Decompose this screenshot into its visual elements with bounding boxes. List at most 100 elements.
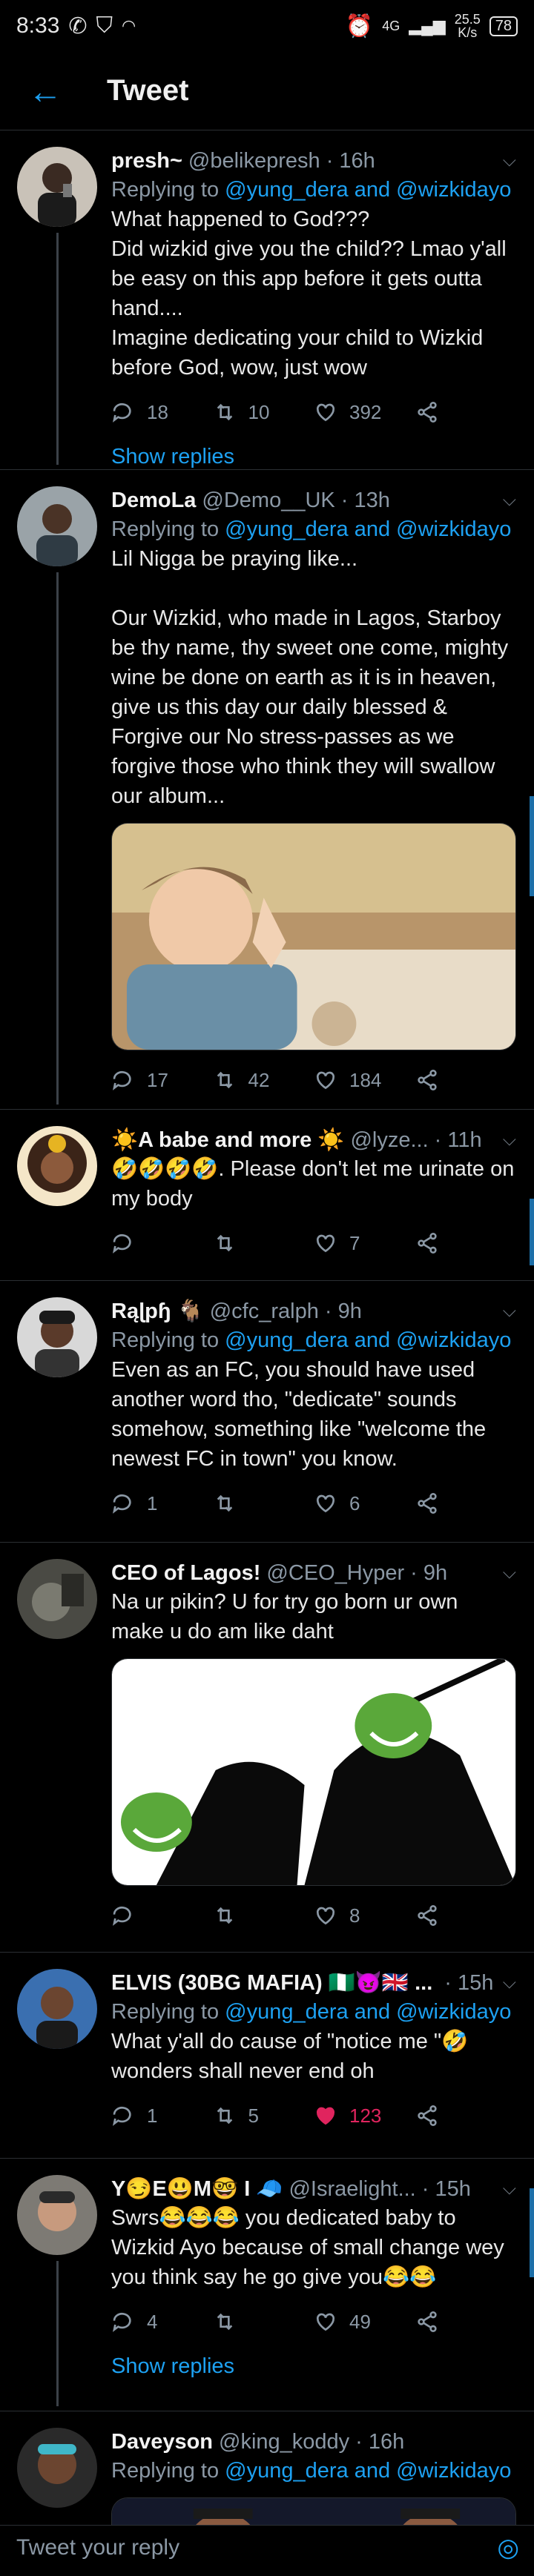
mention-link[interactable]: @wizkidayo <box>396 1328 511 1352</box>
share-button[interactable] <box>415 1231 517 1255</box>
handle[interactable]: @Demo__UK <box>202 486 334 514</box>
like-button[interactable]: 184 <box>314 1068 415 1092</box>
show-replies-link[interactable]: Show replies <box>111 2351 516 2404</box>
avatar[interactable] <box>17 1969 97 2049</box>
mention-link[interactable]: @wizkidayo <box>396 517 511 541</box>
mention-link[interactable]: @yung_dera <box>225 1328 349 1352</box>
reply-button[interactable] <box>111 1231 213 1255</box>
chevron-down-icon[interactable]: ⌵ <box>494 1559 516 1587</box>
chevron-down-icon[interactable]: ⌵ <box>494 1297 516 1325</box>
display-name[interactable]: presh~ <box>111 147 182 175</box>
thread-line <box>56 2261 59 2406</box>
and-label: and <box>354 1328 391 1352</box>
handle[interactable]: @cfc_ralph <box>210 1297 319 1325</box>
avatar[interactable] <box>17 1126 97 1206</box>
and-label: and <box>354 178 391 202</box>
net-speed-value: 25.5 <box>454 12 481 27</box>
tweet[interactable]: Rąɭpɧ 🐐 @cfc_ralph · 9h ⌵ Replying to @y… <box>0 1281 534 1543</box>
reply-icon <box>113 403 131 423</box>
reply-icon <box>113 2106 131 2126</box>
mention-link[interactable]: @yung_dera <box>225 2000 349 2024</box>
handle[interactable]: @lyze... <box>350 1126 428 1154</box>
chevron-down-icon[interactable]: ⌵ <box>494 2175 516 2203</box>
scroll-indicator <box>530 2188 534 2277</box>
reply-button[interactable]: 1 <box>111 2104 213 2128</box>
tweet[interactable]: Y😏E😃M🤓 I 🧢 @Israelight... · 15h ⌵ Swrs😂😂… <box>0 2159 534 2411</box>
handle[interactable]: @Israelight... <box>289 2175 415 2203</box>
like-button[interactable]: 6 <box>314 1491 415 1515</box>
mention-link[interactable]: @yung_dera <box>225 2459 349 2483</box>
retweet-icon <box>217 2313 232 2331</box>
chevron-down-icon[interactable]: ⌵ <box>494 1126 516 1154</box>
retweet-button[interactable]: 10 <box>213 400 314 424</box>
reply-button[interactable]: 17 <box>111 1068 213 1092</box>
display-name[interactable]: Rąɭpɧ 🐐 <box>111 1297 204 1325</box>
avatar[interactable] <box>17 2175 97 2255</box>
retweet-button[interactable] <box>213 1491 314 1515</box>
tweet-actions: 1 5 123 <box>111 2086 516 2145</box>
reply-input[interactable] <box>15 2534 498 2561</box>
chevron-down-icon[interactable]: ⌵ <box>494 1969 516 1997</box>
share-button[interactable] <box>415 2310 517 2334</box>
reply-list: presh~ @belikepresh · 16h ⌵ Replying to … <box>0 130 534 2576</box>
like-button[interactable]: 8 <box>314 1904 415 1927</box>
chevron-down-icon[interactable]: ⌵ <box>494 486 516 514</box>
retweet-button[interactable]: 5 <box>213 2104 314 2128</box>
share-button[interactable] <box>415 1068 517 1092</box>
tweet-image[interactable] <box>111 823 516 1050</box>
reply-button[interactable] <box>111 1904 213 1927</box>
display-name[interactable]: ELVIS (30BG MAFIA) 🇳🇬😈🇬🇧 ... <box>111 1969 432 1997</box>
retweet-icon <box>217 1234 232 1252</box>
like-button[interactable]: 392 <box>314 400 415 424</box>
mention-link[interactable]: @yung_dera <box>225 517 349 541</box>
tweet-image[interactable] <box>111 1658 516 1886</box>
avatar[interactable] <box>17 486 97 566</box>
share-icon <box>417 2105 437 2126</box>
handle[interactable]: @CEO_Hyper <box>266 1559 404 1587</box>
avatar[interactable] <box>17 147 97 227</box>
retweet-button[interactable] <box>213 1904 314 1927</box>
network-type: 4G <box>382 19 400 33</box>
display-name[interactable]: Daveyson <box>111 2428 213 2456</box>
tweet[interactable]: DemoLa @Demo__UK · 13h ⌵ Replying to @yu… <box>0 470 534 1110</box>
share-button[interactable] <box>415 2104 517 2128</box>
handle[interactable]: @king_koddy <box>219 2428 349 2456</box>
share-button[interactable] <box>415 400 517 424</box>
tweet[interactable]: presh~ @belikepresh · 16h ⌵ Replying to … <box>0 130 534 470</box>
mention-link[interactable]: @wizkidayo <box>396 2459 511 2483</box>
tweet[interactable]: ELVIS (30BG MAFIA) 🇳🇬😈🇬🇧 ... · 15h ⌵ Rep… <box>0 1953 534 2159</box>
tweet-header: Y😏E😃M🤓 I 🧢 @Israelight... · 15h ⌵ <box>111 2175 516 2203</box>
tweet[interactable]: CEO of Lagos! @CEO_Hyper · 9h ⌵ Na ur pi… <box>0 1543 534 1953</box>
display-name[interactable]: DemoLa <box>111 486 196 514</box>
chevron-down-icon[interactable]: ⌵ <box>494 147 516 175</box>
camera-icon[interactable]: ◎ <box>497 2533 519 2563</box>
like-button[interactable]: 123 <box>314 2104 415 2128</box>
mention-link[interactable]: @yung_dera <box>225 178 349 202</box>
display-name[interactable]: CEO of Lagos! <box>111 1559 260 1587</box>
avatar[interactable] <box>17 1297 97 1377</box>
reply-icon <box>113 1494 131 1514</box>
reply-button[interactable]: 18 <box>111 400 213 424</box>
and-label: and <box>354 2000 391 2024</box>
reply-button[interactable]: 1 <box>111 1491 213 1515</box>
share-button[interactable] <box>415 1904 517 1927</box>
avatar[interactable] <box>17 2428 97 2508</box>
like-button[interactable]: 7 <box>314 1231 415 1255</box>
display-name[interactable]: Y😏E😃M🤓 I 🧢 <box>111 2175 283 2203</box>
avatar[interactable] <box>17 1559 97 1639</box>
handle[interactable]: @belikepresh <box>188 147 320 175</box>
retweet-button[interactable]: 42 <box>213 1068 314 1092</box>
back-arrow-icon[interactable]: ← <box>28 71 73 111</box>
mention-link[interactable]: @wizkidayo <box>396 2000 511 2024</box>
share-button[interactable] <box>415 1491 517 1515</box>
replying-to: Replying to @yung_dera and @wizkidayo <box>111 2456 516 2486</box>
retweet-button[interactable] <box>213 2310 314 2334</box>
like-button[interactable]: 49 <box>314 2310 415 2334</box>
reply-icon <box>113 1070 131 1090</box>
display-name[interactable]: ☀️A babe and more ☀️ <box>111 1126 344 1154</box>
tweet-actions: 1 6 <box>111 1474 516 1533</box>
retweet-button[interactable] <box>213 1231 314 1255</box>
tweet[interactable]: ☀️A babe and more ☀️ @lyze... · 11h ⌵ 🤣🤣… <box>0 1110 534 1281</box>
reply-button[interactable]: 4 <box>111 2310 213 2334</box>
mention-link[interactable]: @wizkidayo <box>396 178 511 202</box>
